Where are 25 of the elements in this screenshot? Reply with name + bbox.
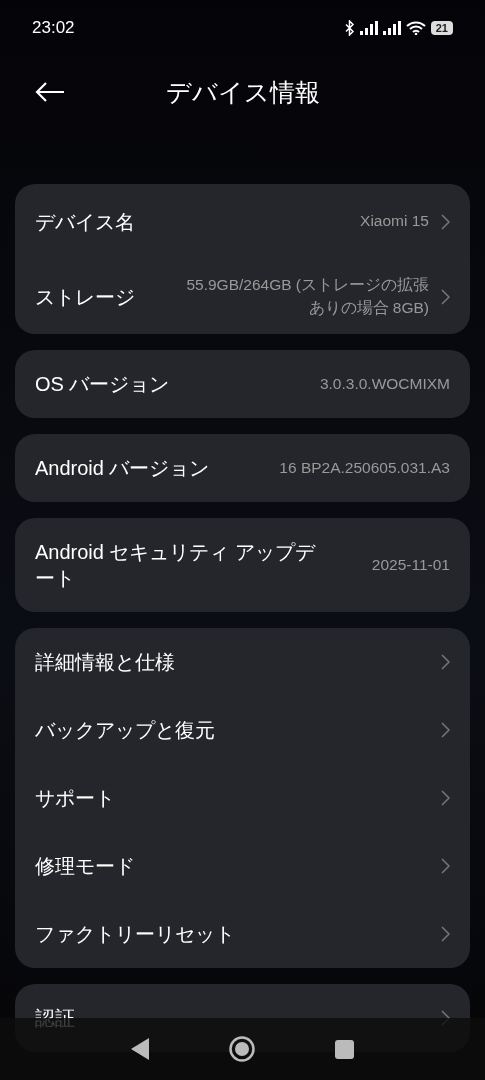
page-title: デバイス情報 xyxy=(165,76,320,108)
row-value: Xiaomi 15 xyxy=(360,211,429,232)
row-value: 3.0.3.0.WOCMIXM xyxy=(319,373,450,394)
row-label[interactable]: ファクトリーリセット xyxy=(35,921,235,947)
row-value: 55.9GB/264GB (ストレージの拡張ありの場合 8GB) xyxy=(185,275,429,318)
row-label[interactable]: OS バージョン xyxy=(35,371,170,397)
status-time: 23:02 xyxy=(32,18,75,38)
row-value: 2025-11-01 xyxy=(371,554,450,575)
recents-nav-icon[interactable] xyxy=(335,1039,354,1059)
row-label[interactable]: デバイス名 xyxy=(35,208,135,235)
row-label[interactable]: 修理モード xyxy=(35,853,135,879)
wifi-icon xyxy=(405,21,426,35)
signal-icon xyxy=(382,21,401,35)
row-label[interactable]: ストレージ xyxy=(35,283,135,310)
home-nav-icon[interactable] xyxy=(229,1036,255,1062)
row-value: 16 BP2A.250605.031.A3 xyxy=(279,457,450,478)
row-label[interactable]: 詳細情報と仕様 xyxy=(35,649,175,675)
row-label[interactable]: サポート xyxy=(35,785,115,811)
row-label[interactable]: Android バージョン xyxy=(35,455,210,481)
bluetooth-icon xyxy=(344,20,355,36)
row-label[interactable]: バックアップと復元 xyxy=(35,717,215,743)
battery-indicator: 21 xyxy=(430,21,453,35)
row-label[interactable]: Android セキュリティ アップデート xyxy=(35,539,325,591)
back-nav-icon[interactable] xyxy=(131,1038,149,1060)
signal-icon xyxy=(359,21,378,35)
